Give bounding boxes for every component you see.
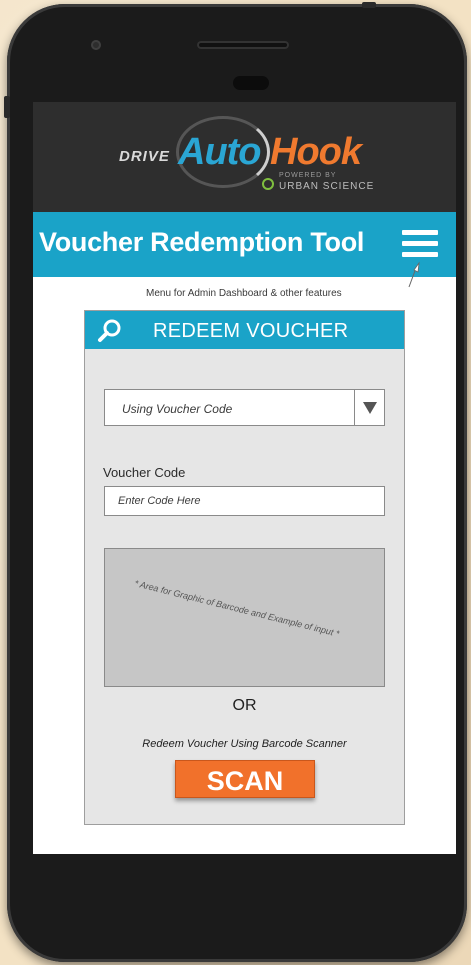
phone-top-button [362,2,376,8]
or-divider-text: OR [232,697,257,714]
search-icon [98,319,121,342]
logo-urban-science-text: URBAN SCIENCE [279,181,375,192]
logo-auto-text: Auto [178,131,262,173]
title-bar: Voucher Redemption Tool [33,212,456,277]
redeem-method-select[interactable]: Using Voucher Code [104,389,385,426]
logo-header: DRIVE Auto Hook POWERED BY URBAN SCIENCE [33,102,456,212]
barcode-scanner-text: Redeem Voucher Using Barcode Scanner [142,738,347,750]
logo-drive-text: DRIVE [119,148,170,165]
logo-powered-by-text: POWERED BY [279,172,337,179]
redeem-voucher-panel: REDEEM VOUCHER Using Voucher Code Vouche… [84,310,405,825]
logo-hook-text: Hook [270,131,362,173]
sensor-icon [233,76,269,90]
voucher-code-label: Voucher Code [103,465,186,480]
camera-icon [91,40,101,50]
barcode-graphic-area: * Area for Graphic of Barcode and Exampl… [104,548,385,687]
dropdown-arrow-icon[interactable] [362,401,378,415]
hamburger-menu-icon[interactable] [402,230,442,260]
phone-screen: DRIVE Auto Hook POWERED BY URBAN SCIENCE… [33,102,456,854]
scan-button[interactable]: SCAN [175,760,315,798]
voucher-code-input[interactable] [104,486,385,516]
speaker-icon [197,41,289,49]
phone-left-button [4,96,10,118]
annotation-arrow-icon [408,261,420,288]
panel-heading: REDEEM VOUCHER [153,320,349,342]
urban-science-icon [262,178,274,190]
graphic-placeholder-text: * Area for Graphic of Barcode and Exampl… [133,578,341,639]
select-divider [354,390,355,425]
menu-annotation-note: Menu for Admin Dashboard & other feature… [146,288,342,299]
panel-header: REDEEM VOUCHER [85,311,404,349]
redeem-method-value: Using Voucher Code [122,402,233,416]
page-title: Voucher Redemption Tool [39,227,365,257]
